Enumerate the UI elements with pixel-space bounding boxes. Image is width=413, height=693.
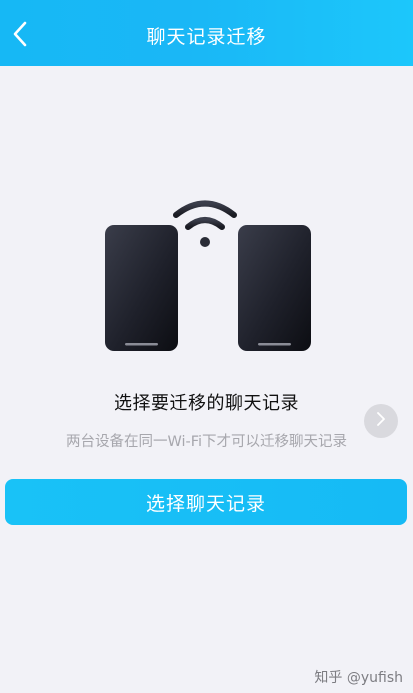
phone-icon xyxy=(105,225,178,351)
phone-icon xyxy=(238,225,311,351)
wifi-icon xyxy=(173,200,237,247)
header-bar: 聊天记录迁移 xyxy=(0,0,413,66)
next-button[interactable] xyxy=(364,404,398,438)
hint-text: 两台设备在同一Wi-Fi下才可以迁移聊天记录 xyxy=(65,434,348,450)
chevron-right-icon xyxy=(376,411,386,431)
select-chat-history-button[interactable]: 选择聊天记录 xyxy=(5,479,407,525)
page-title: 聊天记录迁移 xyxy=(146,26,267,48)
watermark: 知乎 @yufish xyxy=(314,670,403,686)
screen: 聊天记录迁移 选择要迁移的聊天记录 两台设备在同一Wi-Fi下才可以迁移聊天记录… xyxy=(0,0,413,693)
heading: 选择要迁移的聊天记录 xyxy=(114,393,299,414)
transfer-illustration xyxy=(100,195,315,355)
